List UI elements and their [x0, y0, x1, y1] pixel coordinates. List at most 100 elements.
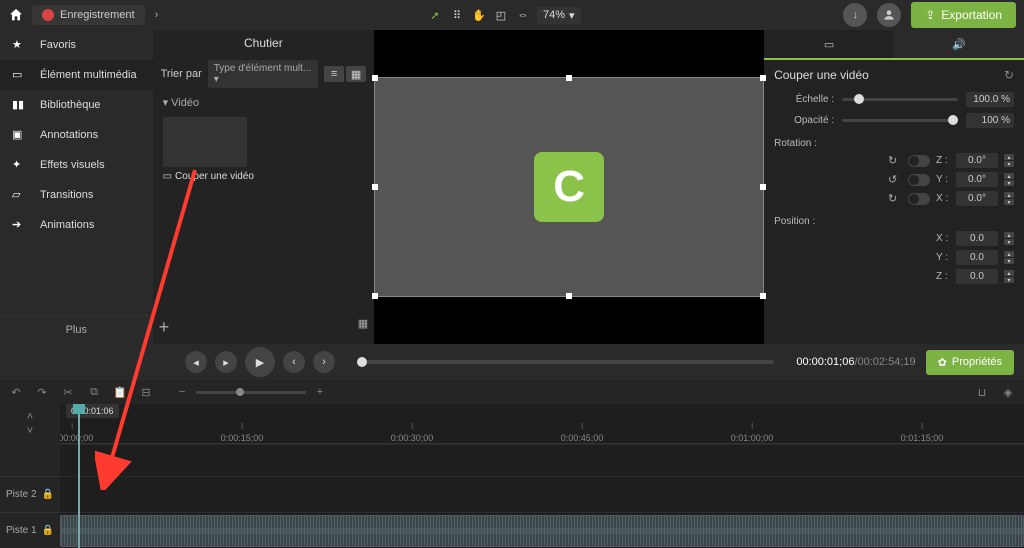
resize-handle[interactable] [760, 75, 766, 81]
media-clip[interactable]: ▭Couper une vidéo [163, 117, 365, 182]
track-2[interactable] [60, 476, 1024, 512]
resize-handle[interactable] [566, 75, 572, 81]
audio-tab[interactable]: 🔊 [894, 30, 1024, 58]
undo-icon[interactable]: ↶ [8, 386, 24, 399]
spin-up[interactable]: ▴ [1004, 270, 1014, 276]
expand-down-icon[interactable]: ˅ [27, 425, 33, 437]
cut-icon[interactable]: ✂ [60, 386, 76, 399]
next-frame-button[interactable]: ▸ [215, 351, 237, 373]
scrub-bar[interactable] [357, 360, 774, 364]
lock-icon[interactable]: 🔒 [42, 525, 54, 536]
canvas-area[interactable]: C [374, 30, 764, 344]
resize-handle[interactable] [566, 293, 572, 299]
gear-icon: ✿ [938, 356, 947, 369]
view-toggle-icon[interactable]: ▦ [358, 317, 368, 338]
resize-handle[interactable] [760, 184, 766, 190]
spin-down[interactable]: ▾ [1004, 277, 1014, 283]
track-1-header[interactable]: Piste 1🔒 [0, 512, 60, 548]
forward-button[interactable]: › [313, 351, 335, 373]
rot-z-toggle[interactable] [908, 155, 930, 167]
resize-handle[interactable] [372, 184, 378, 190]
sidebar-item-animations[interactable]: ➔Animations [0, 210, 153, 240]
chevron-right-icon[interactable]: › [149, 9, 165, 21]
hand-tool-icon[interactable]: ✋ [471, 7, 487, 23]
track-2-header[interactable]: Piste 2🔒 [0, 476, 60, 512]
sidebar-item-annotations[interactable]: ▣Annotations [0, 120, 153, 150]
play-button[interactable]: ▶ [245, 347, 275, 377]
copy-icon[interactable]: ⧉ [86, 386, 102, 399]
media-bin: Chutier Trier par Type d'élément mult...… [153, 30, 375, 344]
rotate-y-icon[interactable]: ↺ [888, 173, 902, 186]
home-icon[interactable] [8, 7, 24, 23]
opacity-slider[interactable] [842, 119, 958, 122]
back-button[interactable]: ‹ [283, 351, 305, 373]
playhead[interactable] [78, 404, 80, 548]
magnet-icon[interactable]: ⊔ [974, 386, 990, 399]
pan-tool-icon[interactable]: ⇔ [515, 7, 531, 23]
reset-icon[interactable]: ↻ [1004, 68, 1014, 82]
timeline-clip[interactable] [60, 515, 1024, 547]
sort-select[interactable]: Type d'élément mult... ▾ [208, 60, 318, 88]
properties-button[interactable]: ✿Propriétés [926, 350, 1014, 375]
resize-handle[interactable] [760, 293, 766, 299]
spin-down[interactable]: ▾ [1004, 161, 1014, 167]
spin-down[interactable]: ▾ [1004, 258, 1014, 264]
bin-category: ▾ Vidéo [153, 92, 375, 113]
spin-down[interactable]: ▾ [1004, 239, 1014, 245]
user-avatar-icon[interactable] [877, 3, 901, 27]
group-tool-icon[interactable]: ⠿ [449, 7, 465, 23]
track-1[interactable] [60, 512, 1024, 548]
select-tool-icon[interactable]: ➚ [427, 7, 443, 23]
zoom-out-icon[interactable]: − [174, 386, 190, 398]
lock-icon[interactable]: 🔒 [42, 489, 54, 500]
camtasia-logo-icon: C [534, 152, 604, 222]
annotation-icon: ▣ [12, 128, 30, 142]
video-tab[interactable]: ▭ [764, 30, 894, 58]
resize-handle[interactable] [372, 293, 378, 299]
grid-view-icon[interactable]: ▦ [346, 66, 366, 82]
paste-icon[interactable]: 📋 [112, 386, 128, 399]
spin-up[interactable]: ▴ [1004, 154, 1014, 160]
rot-y-toggle[interactable] [908, 174, 930, 186]
spin-up[interactable]: ▴ [1004, 251, 1014, 257]
crop-tool-icon[interactable]: ◰ [493, 7, 509, 23]
export-button[interactable]: ⇪ Exportation [911, 2, 1016, 28]
waveform [61, 516, 1023, 546]
zoom-level[interactable]: 74%▾ [537, 7, 581, 24]
spin-down[interactable]: ▾ [1004, 180, 1014, 186]
sidebar-item-favoris[interactable]: ★Favoris [0, 30, 153, 60]
rotate-z-icon[interactable]: ↻ [888, 154, 902, 167]
sidebar-item-transitions[interactable]: ▱Transitions [0, 180, 153, 210]
redo-icon[interactable]: ↷ [34, 386, 50, 399]
rotate-x-icon[interactable]: ↻ [888, 192, 902, 205]
timeline-zoom-slider[interactable] [196, 391, 306, 394]
download-icon[interactable]: ↓ [843, 3, 867, 27]
spin-down[interactable]: ▾ [1004, 199, 1014, 205]
clip-thumbnail [163, 117, 247, 167]
add-media-button[interactable]: + [159, 317, 170, 338]
split-icon[interactable]: ⊟ [138, 386, 154, 399]
prev-frame-button[interactable]: ◂ [185, 351, 207, 373]
record-button[interactable]: Enregistrement [32, 5, 145, 25]
spin-up[interactable]: ▴ [1004, 192, 1014, 198]
sort-label: Trier par [161, 68, 202, 80]
sidebar-more[interactable]: Plus [0, 315, 153, 344]
rot-x-toggle[interactable] [908, 193, 930, 205]
list-view-icon[interactable]: ≡ [324, 66, 344, 82]
sidebar-item-library[interactable]: ▮▮Bibliothèque [0, 90, 153, 120]
timeline-ruler[interactable]: 0:00:01:06 0:00:00;00 0:00:15;00 0:00:30… [60, 404, 1024, 444]
marker-icon[interactable]: ◈ [1000, 386, 1016, 399]
properties-panel: Couper une vidéo↻ Échelle : 100.0 % Opac… [764, 60, 1024, 344]
spin-up[interactable]: ▴ [1004, 232, 1014, 238]
sidebar-item-effects[interactable]: ✦Effets visuels [0, 150, 153, 180]
expand-up-icon[interactable]: ˄ [27, 411, 33, 423]
video-tab-icon: ▭ [824, 38, 834, 51]
sidebar-item-media[interactable]: ▭Élément multimédia [0, 60, 153, 90]
canvas-selection[interactable]: C [374, 77, 764, 297]
spin-up[interactable]: ▴ [1004, 173, 1014, 179]
sidebar: ★Favoris ▭Élément multimédia ▮▮Bibliothè… [0, 30, 153, 344]
star-icon: ★ [12, 38, 30, 52]
scale-slider[interactable] [842, 98, 958, 101]
resize-handle[interactable] [372, 75, 378, 81]
zoom-in-icon[interactable]: + [312, 386, 328, 398]
